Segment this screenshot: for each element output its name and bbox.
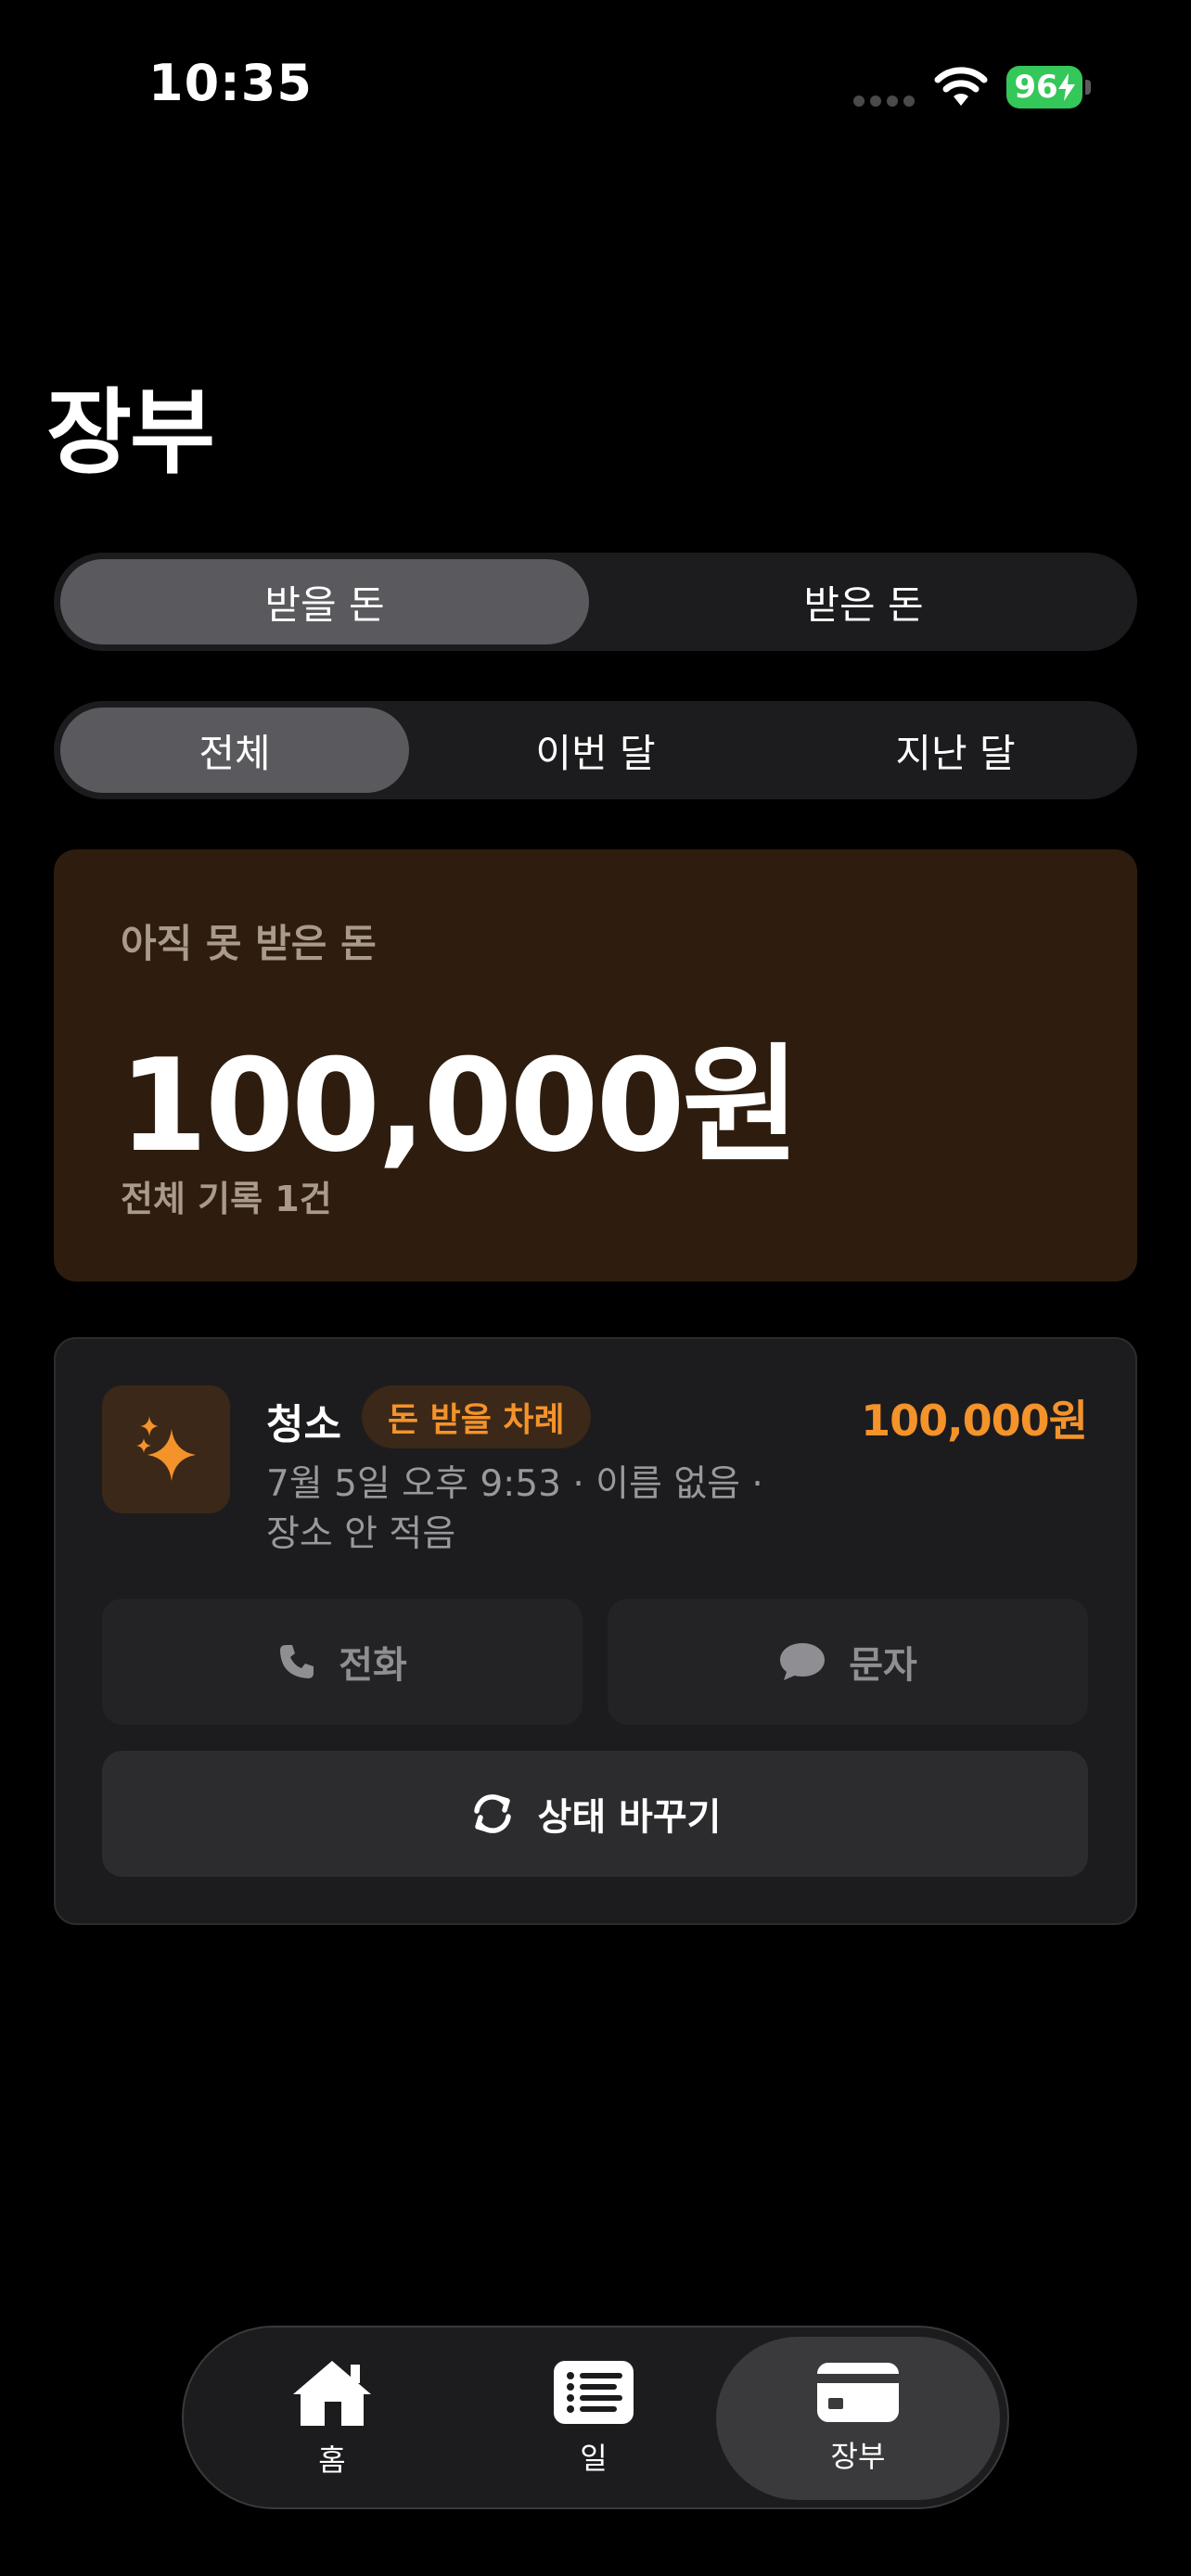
status-badge: 돈 받을 차례 [362,1385,591,1448]
message-button[interactable]: 문자 [608,1599,1088,1725]
segment-receivable[interactable]: 받을 돈 [60,559,589,644]
segment-this-month[interactable]: 이번 달 [421,708,770,793]
sparkles-icon [102,1385,230,1513]
tab-ledger-label: 장부 [830,2439,886,2474]
house-icon [293,2361,371,2426]
page-title: 장부 [46,378,215,487]
battery-level: 96 [1014,69,1058,106]
list-icon [554,2361,634,2424]
refresh-icon [473,1794,511,1833]
segment-all[interactable]: 전체 [60,708,409,793]
summary-label: 아직 못 받은 돈 [121,921,377,966]
tab-jobs-label: 일 [580,2441,608,2476]
card-icon [817,2363,899,2422]
battery-tip [1085,80,1091,95]
call-label: 전화 [339,1644,407,1687]
summary-amount: 100,000원 [119,1031,800,1180]
segment-last-month[interactable]: 지난 달 [781,708,1130,793]
tab-ledger[interactable]: 장부 [716,2337,1000,2500]
record-amount: 100,000원 [861,1396,1088,1446]
record-meta-line1: 7월 5일 오후 9:53 · 이름 없음 · [266,1463,763,1505]
battery-icon: 96 [1006,66,1082,108]
change-status-button[interactable]: 상태 바꾸기 [102,1751,1088,1877]
type-segmented-control: 받을 돈 받은 돈 [54,553,1137,651]
change-status-label: 상태 바꾸기 [537,1796,722,1839]
segment-received[interactable]: 받은 돈 [597,559,1130,644]
period-segmented-control: 전체 이번 달 지난 달 [54,701,1137,799]
tab-home-label: 홈 [318,2442,346,2478]
record-meta: 7월 5일 오후 9:53 · 이름 없음 · 장소 안 적음 [266,1460,786,1560]
record-title: 청소 [266,1401,341,1448]
tab-home[interactable]: 홈 [221,2337,443,2500]
status-time: 10:35 [148,54,313,112]
charging-bolt-icon [1057,73,1075,101]
call-button[interactable]: 전화 [102,1599,583,1725]
record-meta-line2: 장소 안 적음 [266,1513,456,1555]
message-bubble-icon [780,1643,826,1680]
phone-icon [280,1645,314,1678]
tab-jobs[interactable]: 일 [482,2337,705,2500]
message-label: 문자 [849,1644,917,1687]
wifi-icon [934,67,988,106]
tab-bar: 홈 일 장부 [182,2326,1009,2509]
summary-count: 전체 기록 1건 [121,1179,332,1219]
cellular-signal-icon [853,96,915,110]
